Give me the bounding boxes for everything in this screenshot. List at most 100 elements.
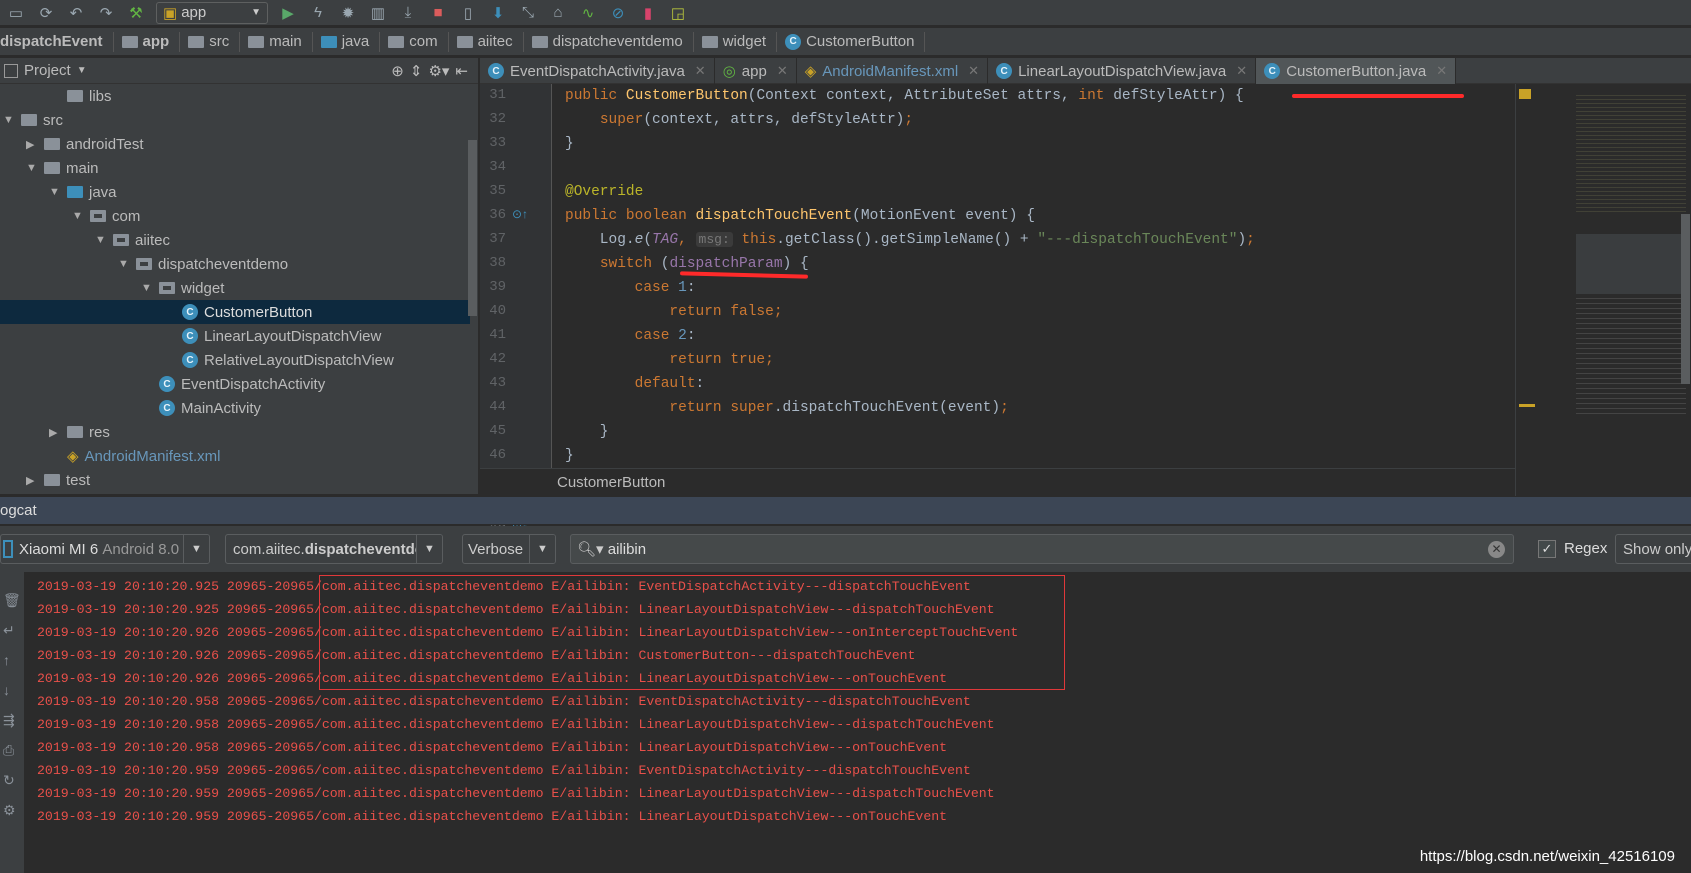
tree-item-dispatcheventdemo[interactable]: ▼ dispatcheventdemo (0, 252, 470, 276)
tree-item-src[interactable]: ▼ src (0, 108, 470, 132)
print-icon[interactable]: ⎙ (3, 742, 14, 759)
tree-item-eventdispatchactivity[interactable]: C EventDispatchActivity (0, 372, 470, 396)
log-level-selector[interactable]: Verbose ▼ (462, 534, 556, 564)
log-row[interactable]: 2019-03-19 20:10:20.959 20965-20965/com.… (37, 805, 947, 828)
log-row[interactable]: 2019-03-19 20:10:20.958 20965-20965/com.… (37, 690, 971, 713)
tab-customerbutton-java[interactable]: C CustomerButton.java ✕ (1256, 58, 1457, 84)
gear-icon[interactable]: ⚙▾ (428, 62, 449, 80)
log-row[interactable]: 2019-03-19 20:10:20.959 20965-20965/com.… (37, 782, 995, 805)
tab-eventdispatchactivity-java[interactable]: C EventDispatchActivity.java ✕ (480, 58, 715, 84)
breadcrumb-item[interactable]: C CustomerButton (777, 31, 926, 52)
log-search-input[interactable]: 🔍︎▾ ailibin ✕ (570, 534, 1514, 564)
expanded-arrow-icon[interactable]: ▼ (72, 210, 84, 222)
apply-changes-icon[interactable]: ϟ (308, 3, 328, 23)
tree-item-widget[interactable]: ▼ widget (0, 276, 470, 300)
breadcrumb-item[interactable]: aiitec (449, 31, 524, 52)
regex-checkbox[interactable]: ✓ (1538, 540, 1556, 558)
scroll-down-icon[interactable]: ↓ (3, 682, 10, 698)
log-row[interactable]: 2019-03-19 20:10:20.958 20965-20965/com.… (37, 713, 995, 736)
device-icon[interactable]: ▮ (638, 3, 658, 23)
tree-item-customerbutton[interactable]: C CustomerButton (0, 300, 470, 324)
tree-item-linearlayoutdispatchview[interactable]: C LinearLayoutDispatchView (0, 324, 470, 348)
close-icon[interactable]: ✕ (695, 63, 706, 79)
search-icon[interactable]: 🔍︎▾ (577, 540, 604, 558)
no-entry-icon[interactable]: ⊘ (608, 3, 628, 23)
device-file-explorer-icon[interactable]: ⌂ (548, 3, 568, 23)
tree-scrollbar[interactable] (468, 140, 477, 316)
hide-panel-icon[interactable]: ⇤ (455, 62, 468, 80)
trash-icon[interactable]: 🗑︎ (3, 592, 21, 609)
close-icon[interactable]: ✕ (1236, 63, 1247, 79)
editor-breadcrumb[interactable]: CustomerButton (480, 468, 1515, 496)
tree-item-libs[interactable]: libs (0, 84, 470, 108)
tree-item-test[interactable]: ▶ test (0, 468, 470, 492)
collapsed-arrow-icon[interactable]: ▶ (49, 426, 61, 439)
project-view-selector[interactable]: Project (24, 62, 71, 79)
breadcrumb-item[interactable]: dispatchEvent (0, 31, 114, 52)
breadcrumb-item[interactable]: java (313, 31, 381, 52)
override-marker-icon[interactable]: ⊙↑ (512, 207, 528, 221)
chevron-down-icon[interactable]: ▼ (529, 535, 555, 563)
avd-manager-icon[interactable]: ▯ (458, 3, 478, 23)
tree-item-aiitec[interactable]: ▼ aiitec (0, 228, 470, 252)
restart-icon[interactable]: ↻ (3, 772, 15, 789)
tree-item-java[interactable]: ▼ java (0, 180, 470, 204)
log-row[interactable]: 2019-03-19 20:10:20.958 20965-20965/com.… (37, 736, 947, 759)
monitor-icon[interactable]: ∿ (578, 3, 598, 23)
breadcrumb-item[interactable]: app (114, 31, 181, 52)
tree-item-androidtest[interactable]: ▶ androidTest (0, 132, 470, 156)
save-icon[interactable]: ▭ (6, 3, 26, 23)
tree-item-res[interactable]: ▶ res (0, 420, 470, 444)
cast-icon[interactable]: ◲ (668, 3, 688, 23)
chevron-down-icon[interactable]: ▼ (416, 535, 442, 563)
tree-item-mainactivity[interactable]: C MainActivity (0, 396, 470, 420)
filter-icon[interactable]: ⇶ (3, 712, 15, 729)
tree-item-main[interactable]: ▼ main (0, 156, 470, 180)
code-editor[interactable]: public CustomerButton(Context context, A… (553, 84, 1513, 468)
collapse-all-icon[interactable]: ⇕ (410, 62, 423, 80)
collapsed-arrow-icon[interactable]: ▶ (26, 138, 38, 151)
expanded-arrow-icon[interactable]: ▼ (3, 114, 15, 126)
settings-icon[interactable]: ⚙ (3, 802, 16, 819)
chevron-down-icon[interactable]: ▼ (183, 535, 209, 563)
breadcrumb-item[interactable]: widget (694, 31, 778, 52)
clear-icon[interactable]: ✕ (1488, 540, 1505, 558)
collapsed-arrow-icon[interactable]: ▶ (26, 474, 38, 487)
tab-androidmanifest-xml[interactable]: ◈ AndroidManifest.xml ✕ (797, 58, 989, 84)
tree-item-relativelayoutdispatchview[interactable]: C RelativeLayoutDispatchView (0, 348, 470, 372)
breadcrumb-item[interactable]: src (180, 31, 241, 52)
run-icon[interactable]: ▶ (278, 3, 298, 23)
scroll-up-icon[interactable]: ↑ (3, 652, 10, 668)
tab-app[interactable]: ◎ app ✕ (715, 58, 797, 84)
expanded-arrow-icon[interactable]: ▼ (26, 162, 38, 174)
expanded-arrow-icon[interactable]: ▼ (141, 282, 153, 294)
device-selector[interactable]: Xiaomi MI 6 Android 8.0 ▼ (0, 534, 210, 564)
tab-linearlayoutdispatchview-java[interactable]: C LinearLayoutDispatchView.java ✕ (988, 58, 1257, 84)
breadcrumb-item[interactable]: dispatcheventdemo (524, 31, 694, 52)
locate-icon[interactable]: ⊕ (391, 62, 404, 80)
log-row[interactable]: 2019-03-19 20:10:20.959 20965-20965/com.… (37, 759, 971, 782)
expanded-arrow-icon[interactable]: ▼ (49, 186, 61, 198)
soft-wrap-icon[interactable]: ↵ (3, 622, 15, 639)
close-icon[interactable]: ✕ (777, 63, 788, 79)
run-config-selector[interactable]: ▣ app ▼ (156, 1, 268, 24)
close-icon[interactable]: ✕ (1436, 63, 1447, 79)
profile-icon[interactable]: ▥ (368, 3, 388, 23)
sdk-manager-icon[interactable]: ⬇ (488, 3, 508, 23)
undo-icon[interactable]: ↶ (66, 3, 86, 23)
filter-config-selector[interactable]: Show only (1615, 534, 1691, 564)
stop-icon[interactable]: ■ (428, 3, 448, 23)
attach-debugger-icon[interactable]: ⤓ (398, 3, 418, 23)
expanded-arrow-icon[interactable]: ▼ (95, 234, 107, 246)
close-icon[interactable]: ✕ (968, 63, 979, 79)
process-selector[interactable]: com.aiitec. dispatcheventdemo ▼ (225, 534, 443, 564)
breadcrumb-item[interactable]: com (380, 31, 449, 52)
tree-item-androidmanifest-xml[interactable]: ◈ AndroidManifest.xml (0, 444, 470, 468)
expanded-arrow-icon[interactable]: ▼ (118, 258, 130, 270)
breadcrumb-item[interactable]: main (240, 31, 313, 52)
code-minimap[interactable] (1515, 84, 1691, 496)
sync-icon[interactable]: ⟳ (36, 3, 56, 23)
redo-icon[interactable]: ↷ (96, 3, 116, 23)
tree-item-com[interactable]: ▼ com (0, 204, 470, 228)
layout-inspector-icon[interactable]: ⤡ (518, 3, 538, 23)
